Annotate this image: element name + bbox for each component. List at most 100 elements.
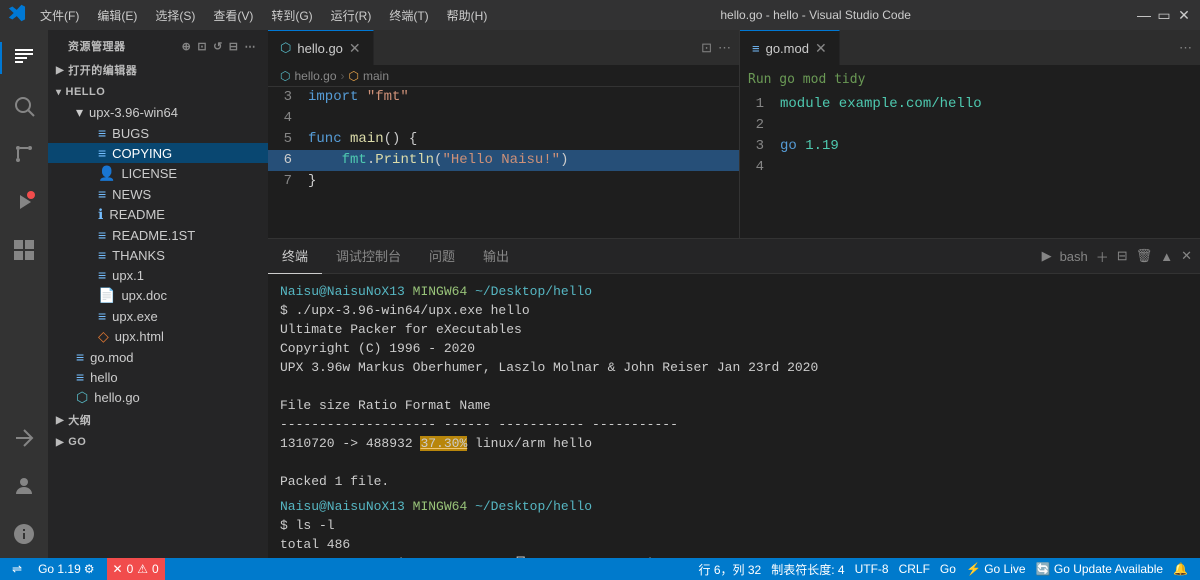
menu-terminal[interactable]: 终端(T) [381,5,436,26]
code-line-6: 6 fmt.Println("Hello Naisu!") [268,150,739,171]
more-icon[interactable]: ⋯ [718,40,731,56]
folder-icon: ▾ [76,104,83,121]
code-editor-right[interactable]: Run go mod tidy 1 module example.com/hel… [740,65,1200,238]
terminal-output-2: total 486 -rw-r--r-- 1 Naisu 197609 34 9… [280,535,1188,558]
menu-edit[interactable]: 编辑(E) [89,5,145,26]
minimize-button[interactable]: — [1136,7,1152,23]
sidebar-item-upxexe[interactable]: ≡ upx.exe [48,306,268,326]
terminal-split-icon[interactable]: ⊟ [1117,248,1128,264]
upx-folder[interactable]: ▾ upx-3.96-win64 [48,102,268,123]
encoding-status[interactable]: UTF-8 [851,558,893,580]
titlebar-left: 文件(F) 编辑(E) 选择(S) 查看(V) 转到(G) 运行(R) 终端(T… [8,4,495,27]
hello-group-label: HELLO [66,86,106,98]
line-num: 6 [268,150,308,171]
menu-help[interactable]: 帮助(H) [439,5,496,26]
term-host-2: MINGW64 [413,499,468,514]
activity-explorer[interactable] [0,34,48,82]
close-button[interactable]: ✕ [1176,7,1192,23]
indent-status[interactable]: 制表符长度: 4 [767,558,848,580]
sidebar-item-readme[interactable]: ℹ README [48,204,268,225]
sidebar-item-readme1st[interactable]: ≡ README.1ST [48,225,268,245]
line-content [780,115,1200,136]
terminal-tab-debug[interactable]: 调试控制台 [322,239,415,274]
outline-group[interactable]: ▶ 大纲 [48,408,268,432]
tab-actions-right[interactable]: ⋯ [1171,40,1200,56]
func-icon: ⬡ [349,69,359,83]
sidebar-item-license[interactable]: 👤 LICENSE [48,163,268,184]
sidebar-item-upxhtml[interactable]: ◇ upx.html [48,326,268,347]
activity-account[interactable] [0,462,48,510]
sidebar-item-gomod[interactable]: ≡ go.mod [48,347,268,367]
activity-extensions[interactable] [0,226,48,274]
activity-search[interactable] [0,82,48,130]
open-editors-group[interactable]: ▶ 打开的编辑器 [48,58,268,82]
terminal-add-icon[interactable]: ＋ [1096,247,1109,266]
sidebar-item-hellogo[interactable]: ⬡ hello.go [48,387,268,408]
sidebar-section: ▶ 打开的编辑器 ▾ HELLO ▾ upx-3.96-win64 ≡ BUGS… [48,58,268,558]
warning-icon: ⚠ [137,562,148,576]
editor-panel-left: ⬡ hello.go ✕ ⊡ ⋯ ⬡ hello.go › ⬡ main [268,30,740,238]
gomod-line-2: 2 [740,115,1200,136]
sidebar-item-label: go.mod [90,350,133,365]
menu-run[interactable]: 运行(R) [323,5,380,26]
terminal-tab-output[interactable]: 输出 [469,239,523,274]
errors-status[interactable]: ✕ 0 ⚠ 0 [107,558,165,580]
terminal-content[interactable]: Naisu@NaisuNoX13 MINGW64 ~/Desktop/hello… [268,274,1200,558]
collapse-all-icon[interactable]: ⊟ [229,40,239,53]
sidebar-item-bugs[interactable]: ≡ BUGS [48,123,268,143]
menu-view[interactable]: 查看(V) [205,5,261,26]
language-label: Go [940,562,956,576]
menu-file[interactable]: 文件(F) [32,5,87,26]
activity-settings[interactable] [0,510,48,558]
terminal-prompt-1: Naisu@NaisuNoX13 MINGW64 ~/Desktop/hello [280,282,1188,301]
tab-close-icon[interactable]: ✕ [349,40,361,57]
language-status[interactable]: Go [936,558,960,580]
window-controls[interactable]: — ▭ ✕ [1136,7,1192,23]
new-file-icon[interactable]: ⊕ [182,40,192,53]
update-status[interactable]: 🔄 Go Update Available [1032,558,1167,580]
terminal-close-icon[interactable]: ✕ [1181,248,1192,264]
more-right-icon[interactable]: ⋯ [1179,40,1192,56]
split-editor-icon[interactable]: ⊡ [701,40,712,56]
new-folder-icon[interactable]: ⊡ [197,40,207,53]
activity-remote[interactable] [0,414,48,462]
sidebar-item-news[interactable]: ≡ NEWS [48,184,268,204]
sidebar-item-upx1[interactable]: ≡ upx.1 [48,265,268,285]
update-label: 🔄 Go Update Available [1036,562,1163,576]
terminal-tab-problems[interactable]: 问题 [415,239,469,274]
tab-actions-left[interactable]: ⊡ ⋯ [693,40,739,56]
hello-group-header[interactable]: ▾ HELLO [48,82,268,102]
maximize-button[interactable]: ▭ [1156,7,1172,23]
code-editor-left[interactable]: 3 import "fmt" 4 5 func main() { 6 fmt.P… [268,87,739,238]
sidebar-item-upxdoc[interactable]: 📄 upx.doc [48,285,268,306]
line-ending-status[interactable]: CRLF [895,558,934,580]
activity-run[interactable] [0,178,48,226]
term-user-1: Naisu@NaisuNoX13 [280,284,405,299]
sidebar-item-hello[interactable]: ≡ hello [48,367,268,387]
activity-source-control[interactable] [0,130,48,178]
terminal-tab-terminal[interactable]: 终端 [268,239,322,274]
bell-status[interactable]: 🔔 [1169,558,1192,580]
go-group[interactable]: ▶ GO [48,432,268,452]
golive-status[interactable]: ⚡ Go Live [962,558,1030,580]
terminal-maximize-icon[interactable]: ▲ [1160,249,1173,264]
tab-close-gomod-icon[interactable]: ✕ [815,40,827,57]
go-version-status[interactable]: Go 1.19 ⚙ [34,558,98,580]
terminal-actions[interactable]: ▶ bash ＋ ⊟ 🗑 ▲ ✕ [1034,247,1200,266]
remote-status[interactable]: ⇌ [8,558,26,580]
sidebar-item-copying[interactable]: ≡ COPYING [48,143,268,163]
menu-bar[interactable]: 文件(F) 编辑(E) 选择(S) 查看(V) 转到(G) 运行(R) 终端(T… [32,5,495,26]
menu-select[interactable]: 选择(S) [147,5,203,26]
tab-gomod[interactable]: ≡ go.mod ✕ [740,30,840,65]
line-col-label: 行 6，列 32 [699,561,762,578]
more-actions-icon[interactable]: ⋯ [245,40,257,53]
sidebar-header-icons[interactable]: ⊕ ⊡ ↺ ⊟ ⋯ [182,40,256,53]
sidebar-item-label: BUGS [112,126,149,141]
terminal-trash-icon[interactable]: 🗑 [1136,248,1153,264]
menu-goto[interactable]: 转到(G) [263,5,320,26]
refresh-icon[interactable]: ↺ [213,40,223,53]
term-path-1: ~/Desktop/hello [475,284,592,299]
sidebar-item-thanks[interactable]: ≡ THANKS [48,245,268,265]
line-col-status[interactable]: 行 6，列 32 [695,558,766,580]
tab-hellogo[interactable]: ⬡ hello.go ✕ [268,30,374,65]
